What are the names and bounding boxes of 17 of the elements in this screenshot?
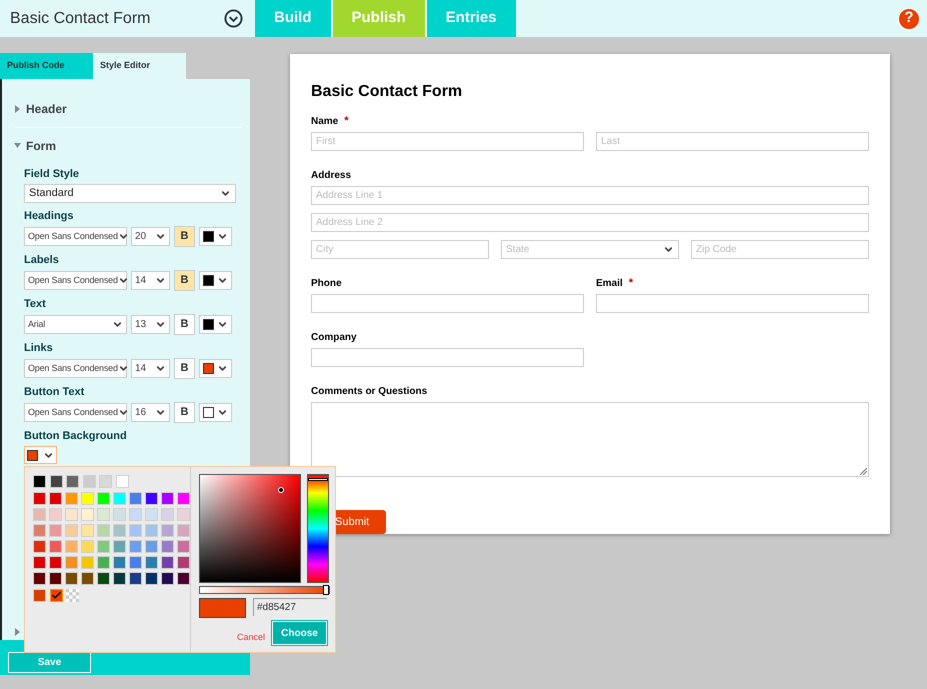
style-label: Field Style [24,168,80,181]
style-label: Button Background [24,430,128,443]
field-label: Email [596,277,623,291]
field-label: Name [311,115,338,129]
style-label: Headings [24,210,75,223]
style-label: Button Text [24,386,86,399]
field-label: Company [311,331,357,345]
field-label: Address [311,169,352,183]
style-label: Labels [24,254,60,267]
required-mark: * [628,278,633,289]
form-title: Basic Contact Form [311,82,464,102]
field-label: Phone [311,277,342,291]
app-title: Basic Contact Form [10,8,150,28]
field-label: Comments or Questions [311,385,428,399]
required-mark: * [344,116,349,127]
style-label: Links [24,342,54,355]
style-label: Text [24,298,47,311]
